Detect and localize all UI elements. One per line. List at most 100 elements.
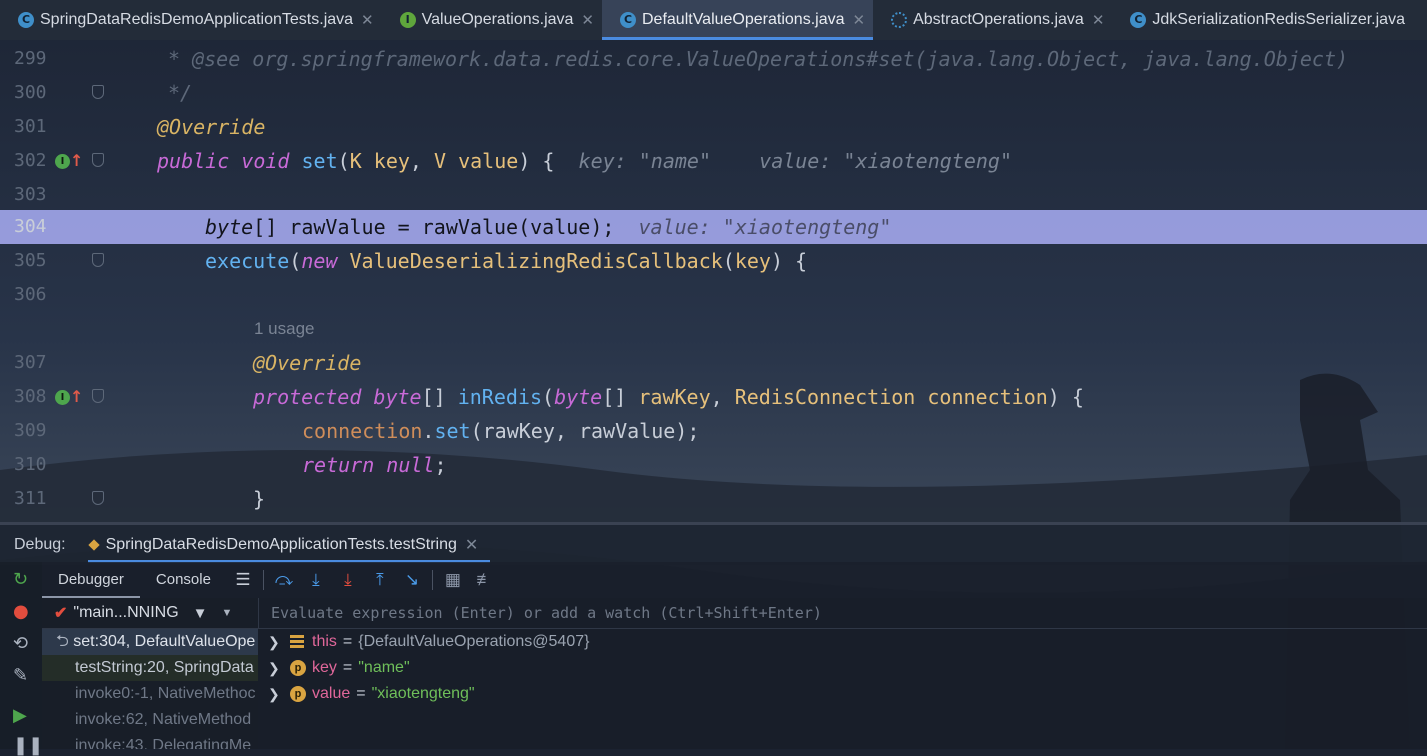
call-args: (rawKey, rawValue); bbox=[470, 419, 700, 443]
tab-label: SpringDataRedisDemoApplicationTests.java bbox=[40, 11, 354, 28]
tab-label: DefaultValueOperations.java bbox=[642, 11, 845, 28]
kw-new: new bbox=[301, 249, 338, 273]
close-icon[interactable]: ✕ bbox=[361, 11, 374, 29]
chevron-down-icon[interactable]: ▼ bbox=[222, 607, 233, 619]
close-icon[interactable]: ✕ bbox=[1092, 11, 1105, 29]
fold-icon[interactable] bbox=[92, 85, 104, 99]
trace-stream-icon[interactable]: ≢ bbox=[469, 570, 501, 590]
code-statement: byte[] rawValue = rawValue(value); value… bbox=[205, 210, 891, 244]
class-icon bbox=[18, 12, 34, 28]
tab-label: JdkSerializationRedisSerializer.java bbox=[1152, 11, 1405, 28]
tab-jdkserializationredisserializer[interactable]: JdkSerializationRedisSerializer.java bbox=[1112, 0, 1413, 40]
close-icon[interactable]: ✕ bbox=[465, 535, 478, 555]
stack-frame[interactable]: invoke:43, DelegatingMe bbox=[42, 733, 258, 749]
code-line-308: 308 I ↑ protected byte[] inRedis(byte[] r… bbox=[0, 380, 1427, 414]
fold-icon[interactable] bbox=[92, 153, 104, 167]
force-step-into-icon[interactable]: ⤓ bbox=[332, 570, 364, 590]
menu-lines-icon[interactable]: ☰ bbox=[227, 570, 259, 590]
line-number: 310 bbox=[14, 454, 47, 475]
variable-row[interactable]: ❯ p value = "xiaotengteng" bbox=[258, 681, 1427, 707]
current-execution-line: 304 byte[] rawValue = rawValue(value); v… bbox=[0, 210, 1427, 244]
expand-arrow-icon[interactable]: ❯ bbox=[268, 629, 290, 655]
param-value: value bbox=[458, 149, 519, 173]
filter-icon[interactable]: ▼ bbox=[193, 605, 208, 622]
rerun-icon[interactable]: ↻ bbox=[13, 570, 28, 590]
param-key: key bbox=[373, 149, 410, 173]
code-editor[interactable]: 299 * @see org.springframework.data.redi… bbox=[0, 40, 1427, 522]
tab-label: AbstractOperations.java bbox=[913, 11, 1084, 28]
line-number: 311 bbox=[14, 488, 47, 509]
param-connection: connection bbox=[927, 385, 1048, 409]
debug-session-tab[interactable]: SpringDataRedisDemoApplicationTests.test… bbox=[87, 525, 491, 565]
tab-console[interactable]: Console bbox=[140, 562, 227, 598]
inline-debug-values: key: "name" value: "xiaotengteng" bbox=[578, 149, 1013, 173]
run-to-cursor-icon[interactable]: ↘ bbox=[396, 570, 428, 590]
statement-text: [] rawValue = rawValue(value); bbox=[253, 215, 615, 239]
stack-frame[interactable]: testString:20, SpringData bbox=[42, 655, 258, 681]
check-icon: ✔ bbox=[54, 605, 68, 622]
pause-icon[interactable]: ❚❚ bbox=[13, 736, 43, 756]
type-name: RedisConnection bbox=[734, 385, 916, 409]
close-icon[interactable]: ✕ bbox=[853, 11, 866, 29]
code-line-307: 307 @Override bbox=[0, 346, 1427, 380]
variable-name: value bbox=[312, 685, 351, 702]
method-signature: protected byte[] inRedis(byte[] rawKey, … bbox=[253, 385, 1084, 409]
variable-row[interactable]: ❯ this = {DefaultValueOperations@5407} bbox=[258, 629, 1427, 655]
implements-gutter-icon[interactable]: I ↑ bbox=[55, 387, 83, 407]
step-out-icon[interactable]: ⤒ bbox=[364, 570, 396, 590]
step-into-icon[interactable]: ⤓ bbox=[300, 570, 332, 590]
method-signature: public void set(K key, V value) { key: "… bbox=[157, 149, 1013, 173]
close-icon[interactable]: ✕ bbox=[581, 11, 594, 29]
interface-icon bbox=[399, 12, 416, 28]
tab-springdataredisdemoapplicationtests[interactable]: SpringDataRedisDemoApplicationTests.java… bbox=[0, 0, 382, 40]
equals-sign: = bbox=[356, 685, 366, 702]
debug-label: Debug: bbox=[14, 536, 66, 553]
line-number: 306 bbox=[14, 284, 47, 305]
tab-valueoperations[interactable]: ValueOperations.java ✕ bbox=[382, 0, 602, 40]
stack-frame[interactable]: ⮌ set:304, DefaultValueOpe bbox=[42, 629, 258, 655]
expand-arrow-icon[interactable]: ❯ bbox=[268, 681, 290, 707]
code-line-309: 309 connection.set(rawKey, rawValue); bbox=[0, 414, 1427, 448]
variable-row[interactable]: ❯ p key = "name" bbox=[258, 655, 1427, 681]
code-line-301: 301 @Override bbox=[0, 110, 1427, 144]
variable-value: {DefaultValueOperations@5407} bbox=[358, 633, 590, 650]
field-icon bbox=[290, 635, 304, 649]
kw-byte: byte bbox=[554, 385, 603, 409]
javadoc-comment-end: */ bbox=[168, 81, 193, 105]
restore-layout-icon[interactable]: ⟲ bbox=[13, 634, 28, 654]
frame-label: set:304, DefaultValueOpe bbox=[73, 633, 256, 650]
expand-arrow-icon[interactable]: ❯ bbox=[268, 655, 290, 681]
line-number: 303 bbox=[14, 184, 47, 205]
code-line-302: 302 I ↑ public void set(K key, V value) {… bbox=[0, 144, 1427, 178]
override-annotation: @Override bbox=[157, 115, 266, 139]
line-number: 309 bbox=[14, 420, 47, 441]
line-number: 304 bbox=[14, 216, 47, 237]
code-line-300: 300 */ bbox=[0, 76, 1427, 110]
editor-tab-bar: SpringDataRedisDemoApplicationTests.java… bbox=[0, 0, 1427, 40]
line-number: 300 bbox=[14, 82, 47, 103]
equals-sign: = bbox=[342, 659, 353, 676]
evaluate-expression-icon[interactable]: ▦ bbox=[437, 570, 469, 590]
type-param: V bbox=[434, 149, 447, 173]
tab-abstractoperations[interactable]: AbstractOperations.java ✕ bbox=[873, 0, 1112, 40]
implements-gutter-icon[interactable]: I ↑ bbox=[55, 151, 83, 171]
fold-icon[interactable] bbox=[92, 389, 104, 403]
step-over-icon[interactable]: ⤼ bbox=[268, 570, 300, 590]
thread-selector[interactable]: ✔ "main...NNING ▼ ▼ bbox=[42, 598, 258, 629]
evaluate-expression-input[interactable]: Evaluate expression (Enter) or add a wat… bbox=[258, 598, 1427, 629]
resume-icon[interactable]: ▶ bbox=[13, 706, 27, 726]
stack-frame[interactable]: invoke:62, NativeMethod bbox=[42, 707, 258, 733]
kw-return: return bbox=[302, 453, 375, 477]
line-number: 305 bbox=[14, 250, 47, 271]
var-connection: connection bbox=[302, 419, 423, 443]
stack-frame[interactable]: invoke0:-1, NativeMethoc bbox=[42, 681, 258, 707]
code-line-299: 299 * @see org.springframework.data.redi… bbox=[0, 42, 1427, 76]
tab-debugger[interactable]: Debugger bbox=[42, 562, 140, 598]
usage-count-hint[interactable]: 1 usage bbox=[254, 312, 315, 346]
view-breakpoints-icon[interactable]: ● bbox=[13, 602, 29, 622]
fold-icon[interactable] bbox=[92, 253, 104, 267]
settings-wrench-icon[interactable]: ✎ bbox=[13, 666, 28, 686]
tab-defaultvalueoperations[interactable]: DefaultValueOperations.java ✕ bbox=[602, 0, 874, 40]
fold-icon[interactable] bbox=[92, 491, 104, 505]
class-name: ValueDeserializingRedisCallback bbox=[349, 249, 723, 273]
